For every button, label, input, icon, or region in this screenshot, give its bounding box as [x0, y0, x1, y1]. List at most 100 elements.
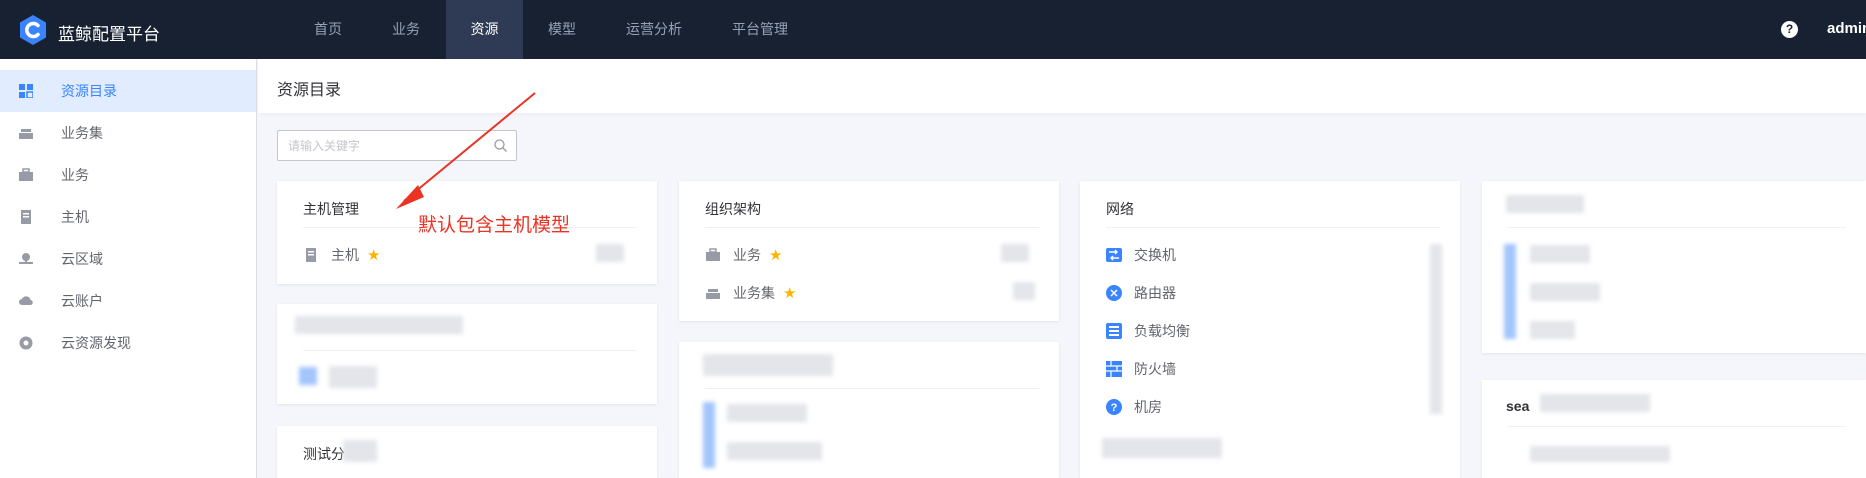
grid-icon	[19, 84, 33, 98]
cloud-area-icon	[19, 253, 33, 264]
blurred-card-title	[1506, 195, 1584, 213]
nav-model[interactable]: 模型	[532, 0, 592, 59]
blurred-model-label	[1530, 321, 1575, 339]
blurred-counts	[1430, 244, 1442, 414]
card-organization: 组织架构 业务 ★ 业务集 ★	[679, 181, 1059, 321]
blurred-card-title	[703, 354, 833, 376]
sidebar-item-host[interactable]: 主机	[0, 196, 256, 238]
user-menu[interactable]: admin	[1827, 20, 1866, 37]
divider	[705, 388, 1039, 389]
card-title: 组织架构	[705, 201, 761, 217]
switch-icon	[1106, 248, 1122, 262]
blurred-card-title	[295, 316, 463, 334]
sidebar-item-label: 业务集	[61, 125, 103, 141]
card-test: 测试分	[277, 426, 657, 478]
blurred-model-label	[727, 404, 807, 422]
host-icon	[306, 248, 316, 262]
model-label: 机房	[1134, 399, 1162, 415]
blurred-card-title	[1540, 394, 1650, 412]
blurred-model-label	[1530, 283, 1600, 301]
logo-icon[interactable]	[18, 14, 48, 46]
model-item-firewall[interactable]: 防火墙	[1106, 358, 1176, 380]
nav-home[interactable]: 首页	[298, 0, 358, 59]
divider	[303, 350, 637, 351]
business-set-icon	[19, 129, 33, 139]
host-icon	[21, 210, 31, 224]
blurred-icon	[299, 367, 317, 385]
star-icon[interactable]: ★	[367, 246, 380, 264]
card-title: 测试分	[303, 446, 345, 462]
sidebar-item-label: 云资源发现	[61, 335, 131, 351]
star-icon[interactable]: ★	[783, 284, 796, 302]
sidebar-item-cloud-discovery[interactable]: 云资源发现	[0, 322, 256, 364]
help-icon[interactable]: ?	[1781, 21, 1798, 38]
card-blurred-model-group	[1482, 181, 1866, 353]
blurred-card-title	[343, 440, 377, 462]
router-icon	[1106, 285, 1122, 301]
model-label: 路由器	[1134, 285, 1176, 301]
question-circle-icon: ?	[1106, 399, 1122, 415]
model-item-switch[interactable]: 交换机	[1106, 244, 1176, 266]
nav-resource[interactable]: 资源	[446, 0, 523, 59]
sidebar-item-label: 主机	[61, 209, 89, 225]
blurred-model-label	[329, 366, 377, 388]
nav-platform-management[interactable]: 平台管理	[720, 0, 800, 59]
card-title: 主机管理	[303, 201, 359, 217]
blurred-icons	[1504, 244, 1516, 339]
annotation-text: 默认包含主机模型	[418, 215, 571, 236]
card-network: 网络 交换机 路由器 负载均衡 防火墙 ? 机房	[1080, 181, 1460, 478]
app-name[interactable]: 蓝鲸配置平台	[58, 20, 160, 45]
divider	[1508, 426, 1846, 427]
blurred-model-label	[727, 442, 822, 460]
briefcase-icon	[706, 248, 720, 261]
blurred-count	[1001, 244, 1029, 262]
card-title: sea	[1506, 398, 1530, 414]
svg-text:?: ?	[1111, 402, 1118, 414]
nav-operation-analysis[interactable]: 运营分析	[614, 0, 694, 59]
blurred-model-label	[1530, 245, 1590, 263]
model-item-load-balancer[interactable]: 负载均衡	[1106, 320, 1190, 342]
sidebar-item-business-set[interactable]: 业务集	[0, 112, 256, 154]
page-title: 资源目录	[277, 82, 342, 99]
business-set-icon	[706, 289, 720, 299]
nav-business[interactable]: 业务	[376, 0, 436, 59]
card-blurred-model-group	[679, 342, 1059, 478]
model-item-business-set[interactable]: 业务集 ★	[705, 282, 796, 304]
cloud-account-icon	[19, 296, 33, 306]
top-navigation-bar: 蓝鲸配置平台 首页 业务 资源 模型 运营分析 平台管理 ? admin	[0, 0, 1866, 59]
card-title: 网络	[1106, 201, 1134, 217]
model-label: 负载均衡	[1134, 323, 1190, 339]
model-item-machine-room[interactable]: ? 机房	[1106, 396, 1162, 418]
model-label: 交换机	[1134, 247, 1176, 263]
sidebar-item-cloud-area[interactable]: 云区域	[0, 238, 256, 280]
sidebar-item-cloud-account[interactable]: 云账户	[0, 280, 256, 322]
blurred-icons	[703, 402, 715, 468]
blurred-count	[596, 244, 624, 262]
card-partial: sea	[1482, 380, 1866, 478]
divider	[1508, 227, 1846, 228]
briefcase-icon	[19, 168, 33, 181]
sidebar-item-label: 云区域	[61, 251, 103, 267]
model-label: 业务	[733, 247, 761, 263]
model-item-business[interactable]: 业务 ★	[705, 244, 782, 266]
sidebar: 资源目录 业务集 业务 主机 云区域 云账户 云资源发现	[0, 59, 257, 478]
sidebar-item-label: 业务	[61, 167, 89, 183]
model-label: 业务集	[733, 285, 775, 301]
firewall-icon	[1106, 361, 1122, 377]
blurred-model-label	[1530, 446, 1670, 462]
blurred-card-title	[1102, 438, 1222, 458]
model-label: 主机	[331, 247, 359, 263]
sidebar-item-business[interactable]: 业务	[0, 154, 256, 196]
sidebar-item-resource-directory[interactable]: 资源目录	[0, 70, 256, 112]
model-label: 防火墙	[1134, 361, 1176, 377]
model-item-router[interactable]: 路由器	[1106, 282, 1176, 304]
divider	[705, 227, 1039, 228]
annotation-arrow	[396, 92, 536, 209]
star-icon[interactable]: ★	[769, 246, 782, 264]
divider	[1106, 227, 1440, 228]
card-blurred-model-group	[277, 304, 657, 404]
cloud-discovery-icon	[19, 336, 33, 350]
model-item-host[interactable]: 主机 ★	[303, 244, 380, 266]
sidebar-item-label: 云账户	[61, 293, 103, 309]
blurred-count	[1013, 282, 1035, 300]
